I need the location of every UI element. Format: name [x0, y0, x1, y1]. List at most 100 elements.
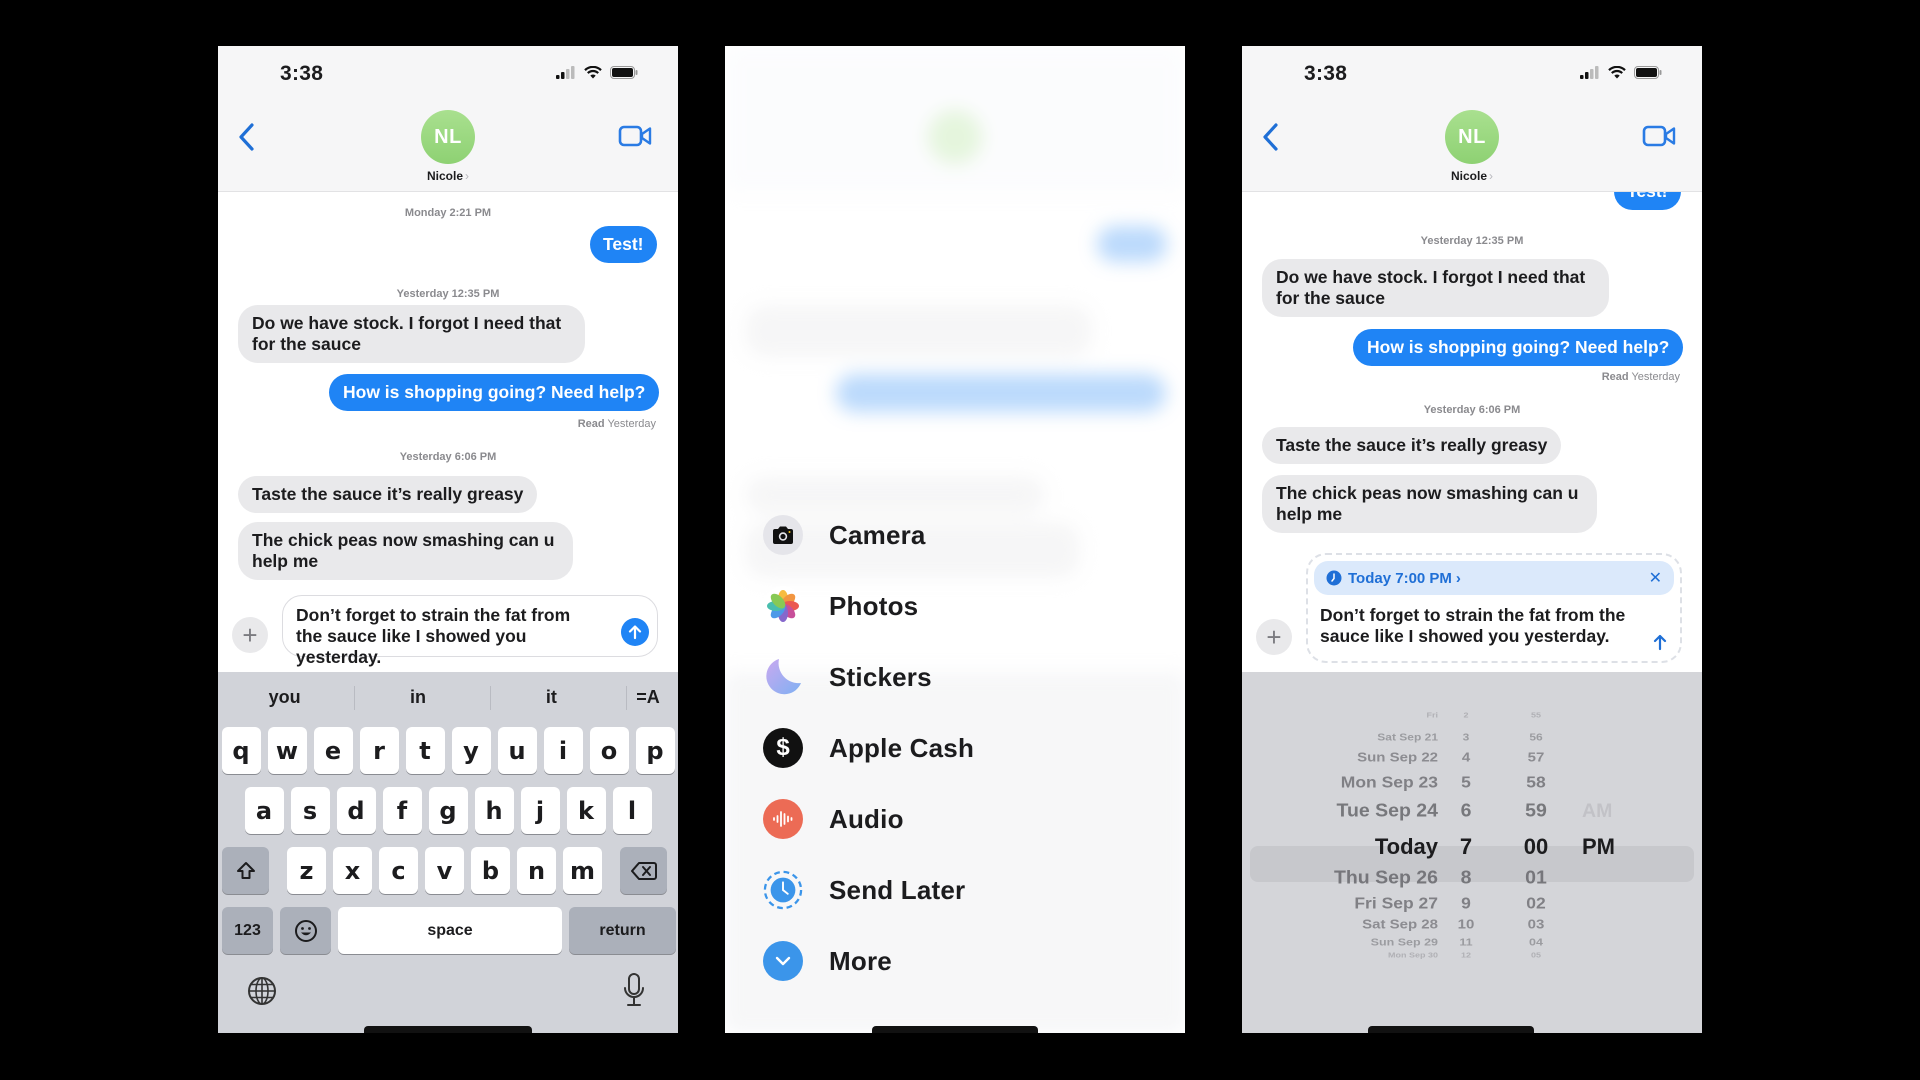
- key-f[interactable]: f: [382, 787, 422, 834]
- message-input[interactable]: Don’t forget to strain the fat from the …: [282, 595, 658, 667]
- space-key[interactable]: space: [338, 907, 562, 954]
- add-attachment-button[interactable]: +: [232, 617, 268, 653]
- key-v[interactable]: v: [425, 847, 464, 894]
- picker-item[interactable]: 4: [1442, 750, 1490, 764]
- key-x[interactable]: x: [333, 847, 372, 894]
- shift-key[interactable]: [222, 847, 269, 894]
- outgoing-message[interactable]: How is shopping going? Need help?: [329, 374, 660, 411]
- numbers-key[interactable]: 123: [222, 907, 273, 954]
- suggestion-item[interactable]: in: [351, 687, 484, 708]
- incoming-message[interactable]: Taste the sauce it’s really greasy: [238, 476, 538, 513]
- picker-item[interactable]: Sat Sep 21: [1377, 731, 1438, 742]
- picker-item[interactable]: 8: [1442, 868, 1490, 890]
- suggestion-item[interactable]: it: [485, 687, 618, 708]
- picker-item[interactable]: 59: [1490, 801, 1582, 823]
- picker-item[interactable]: 03: [1490, 917, 1582, 931]
- menu-item-audio[interactable]: Audio: [763, 799, 904, 839]
- picker-item[interactable]: 10: [1442, 917, 1490, 931]
- facetime-video-icon[interactable]: [618, 124, 652, 148]
- picker-column-ampm[interactable]: AM PM: [1582, 672, 1652, 1033]
- scheduled-time-bar[interactable]: Today 7:00 PM › ✕: [1314, 561, 1674, 595]
- emoji-key[interactable]: [280, 907, 331, 954]
- key-l[interactable]: l: [612, 787, 652, 834]
- picker-item[interactable]: Mon Sep 23: [1341, 773, 1438, 792]
- menu-item-photos[interactable]: Photos: [763, 586, 918, 626]
- picker-item[interactable]: 04: [1490, 936, 1582, 947]
- key-m[interactable]: m: [563, 847, 602, 894]
- send-button[interactable]: [621, 618, 649, 646]
- picker-item[interactable]: 01: [1490, 868, 1582, 890]
- date-time-picker[interactable]: Fri Sat Sep 21 Sun Sep 22 Mon Sep 23 Tue Sep…: [1242, 672, 1702, 1033]
- menu-item-stickers[interactable]: Stickers: [763, 657, 932, 697]
- key-q[interactable]: q: [221, 727, 261, 774]
- picker-item[interactable]: Today: [1375, 834, 1438, 860]
- picker-item[interactable]: Sun Sep 22: [1357, 750, 1438, 764]
- key-z[interactable]: z: [287, 847, 326, 894]
- key-s[interactable]: s: [290, 787, 330, 834]
- return-key[interactable]: return: [569, 907, 676, 954]
- add-attachment-button[interactable]: +: [1256, 619, 1292, 655]
- picker-item[interactable]: 12: [1442, 951, 1490, 960]
- picker-item[interactable]: 7: [1442, 834, 1490, 860]
- picker-column-hour[interactable]: 2 3 4 5 6 7 8 9 10 11 12: [1442, 672, 1490, 1033]
- key-u[interactable]: u: [497, 727, 537, 774]
- picker-item[interactable]: Thu Sep 26: [1334, 868, 1438, 890]
- picker-item[interactable]: 2: [1442, 711, 1490, 720]
- incoming-message[interactable]: Do we have stock. I forgot I need that f…: [1262, 259, 1609, 317]
- key-j[interactable]: j: [520, 787, 560, 834]
- back-chevron-icon[interactable]: [1258, 120, 1286, 154]
- key-k[interactable]: k: [566, 787, 606, 834]
- picker-item[interactable]: Fri: [1426, 711, 1438, 720]
- key-y[interactable]: y: [451, 727, 491, 774]
- picker-item[interactable]: 58: [1490, 773, 1582, 792]
- facetime-video-icon[interactable]: [1642, 124, 1676, 148]
- picker-item[interactable]: 56: [1490, 731, 1582, 742]
- picker-item[interactable]: 9: [1442, 894, 1490, 913]
- contact-avatar[interactable]: NL: [421, 110, 475, 164]
- delete-key[interactable]: [620, 847, 667, 894]
- key-b[interactable]: b: [471, 847, 510, 894]
- picker-item[interactable]: Sat Sep 28: [1362, 917, 1438, 931]
- incoming-message[interactable]: Taste the sauce it’s really greasy: [1262, 427, 1562, 464]
- contact-name[interactable]: Nicole ›: [1242, 169, 1702, 183]
- contact-avatar[interactable]: NL: [1445, 110, 1499, 164]
- menu-item-camera[interactable]: Camera: [763, 515, 926, 555]
- suggestion-item[interactable]: you: [218, 687, 351, 708]
- key-n[interactable]: n: [517, 847, 556, 894]
- key-r[interactable]: r: [359, 727, 399, 774]
- microphone-icon[interactable]: [622, 972, 646, 1008]
- picker-item[interactable]: 57: [1490, 750, 1582, 764]
- contact-name[interactable]: Nicole ›: [218, 169, 678, 183]
- incoming-message[interactable]: The chick peas now smashing can u help m…: [1262, 475, 1597, 533]
- arrow-up-icon[interactable]: [1652, 633, 1668, 651]
- picker-item[interactable]: 6: [1442, 801, 1490, 823]
- picker-item-ampm[interactable]: AM: [1582, 800, 1612, 823]
- key-t[interactable]: t: [405, 727, 445, 774]
- key-a[interactable]: a: [244, 787, 284, 834]
- outgoing-message[interactable]: How is shopping going? Need help?: [1353, 329, 1684, 366]
- picker-item[interactable]: 02: [1490, 894, 1582, 913]
- picker-item[interactable]: 5: [1442, 773, 1490, 792]
- key-o[interactable]: o: [589, 727, 629, 774]
- key-d[interactable]: d: [336, 787, 376, 834]
- key-c[interactable]: c: [379, 847, 418, 894]
- picker-item[interactable]: Mon Sep 30: [1388, 951, 1438, 960]
- picker-column-day[interactable]: Fri Sat Sep 21 Sun Sep 22 Mon Sep 23 Tue Sep…: [1242, 672, 1442, 1033]
- outgoing-message[interactable]: Test!: [590, 226, 657, 263]
- picker-item-ampm[interactable]: PM: [1582, 834, 1615, 860]
- incoming-message[interactable]: Do we have stock. I forgot I need that f…: [238, 305, 585, 363]
- menu-item-apple-cash[interactable]: $ Apple Cash: [763, 728, 974, 768]
- close-icon[interactable]: ✕: [1649, 568, 1662, 588]
- menu-item-send-later[interactable]: Send Later: [763, 870, 965, 910]
- scheduled-message-input[interactable]: Today 7:00 PM › ✕ Don’t forget to strain…: [1306, 553, 1682, 663]
- picker-item[interactable]: 05: [1490, 951, 1582, 960]
- key-e[interactable]: e: [313, 727, 353, 774]
- globe-icon[interactable]: [246, 975, 278, 1007]
- picker-item[interactable]: 11: [1442, 936, 1490, 947]
- key-g[interactable]: g: [428, 787, 468, 834]
- back-chevron-icon[interactable]: [234, 120, 262, 154]
- key-i[interactable]: i: [543, 727, 583, 774]
- picker-item[interactable]: 00: [1490, 834, 1582, 860]
- incoming-message[interactable]: The chick peas now smashing can u help m…: [238, 522, 573, 580]
- picker-item[interactable]: Fri Sep 27: [1354, 894, 1438, 913]
